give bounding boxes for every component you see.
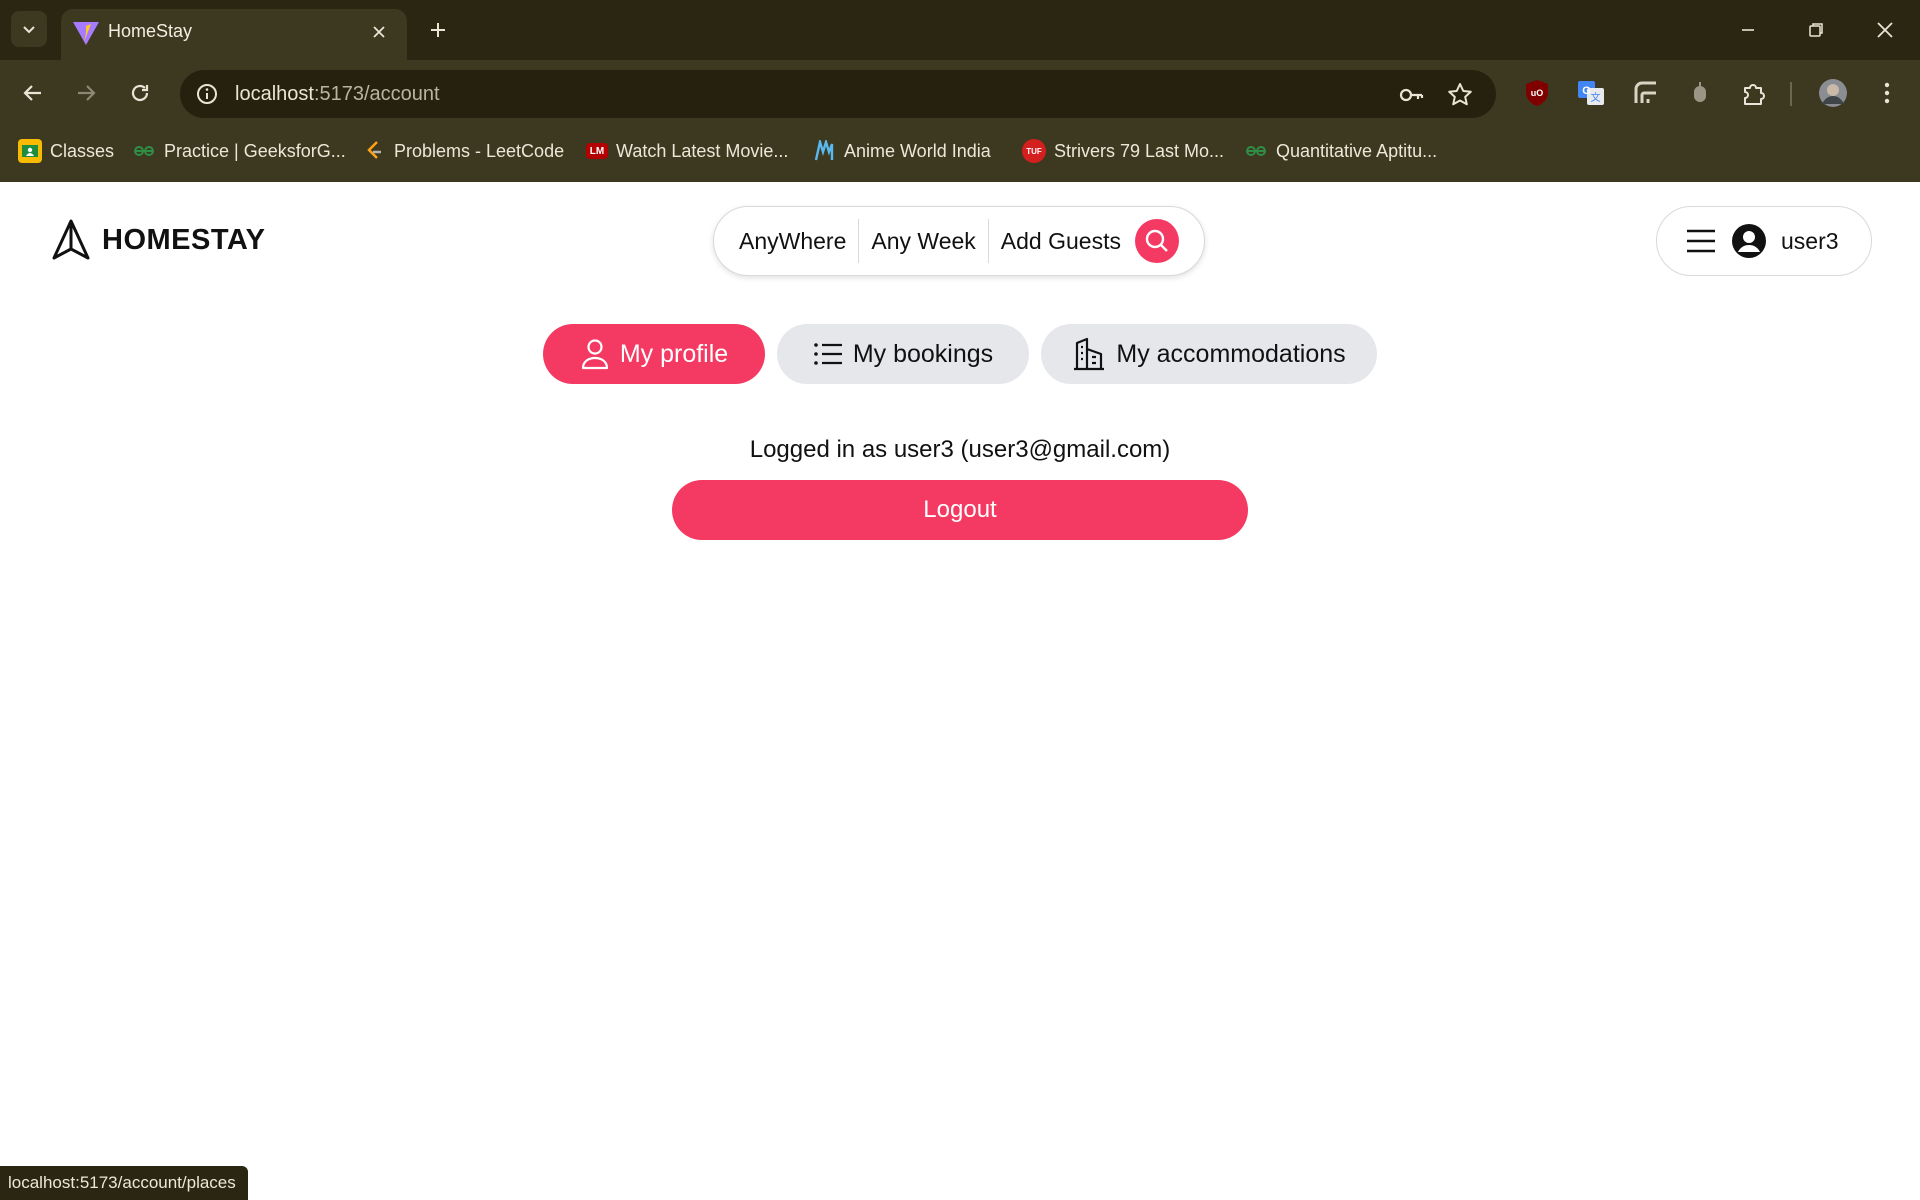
plus-icon: [431, 23, 445, 37]
bookmark-star-icon[interactable]: [1446, 81, 1474, 109]
logo-text: HOMESTAY: [102, 223, 266, 256]
browser-tab-homestay[interactable]: HomeStay: [61, 9, 407, 60]
user-name: user3: [1781, 227, 1839, 254]
new-tab-button[interactable]: [421, 13, 455, 47]
leetcode-icon: [362, 139, 386, 163]
tuf-icon: TUF: [1022, 139, 1046, 163]
extension-mouse-icon[interactable]: [1685, 78, 1715, 108]
movies-icon: LM: [586, 143, 608, 159]
classroom-icon: [18, 139, 42, 163]
tab-label: My bookings: [852, 339, 994, 368]
search-where[interactable]: AnyWhere: [739, 228, 858, 255]
reload-icon: [131, 84, 149, 102]
reload-button[interactable]: [121, 74, 159, 112]
tab-label: My profile: [619, 339, 729, 368]
search-guests[interactable]: Add Guests: [989, 228, 1133, 255]
search-button[interactable]: [1134, 219, 1179, 263]
bookmark-leetcode[interactable]: Problems - LeetCode: [362, 136, 564, 166]
search-bar[interactable]: AnyWhere Any Week Add Guests: [713, 206, 1205, 276]
vite-favicon-icon: [73, 22, 99, 45]
tab-search-button[interactable]: [11, 11, 47, 47]
arrow-right-icon: [78, 85, 96, 101]
homestay-logo[interactable]: HOMESTAY: [50, 218, 266, 262]
search-when[interactable]: Any Week: [859, 228, 987, 255]
ublock-icon[interactable]: uO: [1522, 78, 1552, 108]
chevron-down-icon: [23, 26, 35, 34]
google-translate-icon[interactable]: G文: [1576, 78, 1606, 108]
building-icon: [1074, 337, 1105, 371]
bookmark-anime-world[interactable]: Anime World India: [812, 136, 991, 166]
bookmark-strivers[interactable]: TUF Strivers 79 Last Mo...: [1022, 136, 1224, 166]
hamburger-menu-icon: [1687, 229, 1715, 253]
svg-text:uO: uO: [1531, 88, 1544, 98]
bookmarks-bar: Classes Practice | GeeksforG... Problems…: [0, 126, 1920, 182]
extensions-puzzle-icon[interactable]: [1739, 78, 1769, 108]
restore-icon: [1809, 23, 1823, 37]
list-icon: [814, 343, 842, 365]
browser-toolbar: localhost:5173/account uO G文: [0, 60, 1920, 126]
back-button[interactable]: [14, 74, 52, 112]
paper-plane-logo-icon: [52, 219, 90, 260]
toolbar-divider: [1790, 82, 1792, 106]
bookmark-quant-aptitude[interactable]: Quantitative Aptitu...: [1244, 136, 1437, 166]
logout-button[interactable]: Logout: [672, 480, 1248, 540]
svg-text:文: 文: [1591, 91, 1601, 104]
arrow-left-icon: [23, 85, 41, 101]
tab-close-icon[interactable]: [366, 19, 392, 45]
forward-button[interactable]: [67, 74, 105, 112]
anime-icon: [812, 139, 836, 163]
bookmark-practice-gfg[interactable]: Practice | GeeksforG...: [132, 136, 346, 166]
tab-label: My accommodations: [1116, 339, 1346, 368]
search-icon: [1145, 229, 1168, 252]
profile-avatar[interactable]: [1818, 78, 1848, 108]
browser-menu-icon[interactable]: [1872, 78, 1902, 108]
bookmark-classes[interactable]: Classes: [18, 136, 114, 166]
password-key-icon[interactable]: [1397, 81, 1425, 109]
user-menu-button[interactable]: user3: [1656, 206, 1872, 276]
account-tabs: My profile My bookings My accommodations: [0, 324, 1920, 384]
minimize-button[interactable]: [1725, 10, 1771, 50]
extension-f-icon[interactable]: [1631, 78, 1661, 108]
user-outline-icon: [581, 339, 608, 370]
geeksforgeeks-icon: [1244, 139, 1268, 163]
bookmark-movies[interactable]: LM Watch Latest Movie...: [586, 136, 788, 166]
logged-in-text: Logged in as user3 (user3@gmail.com): [749, 436, 1171, 463]
tab-title: HomeStay: [108, 21, 193, 41]
site-info-icon[interactable]: [194, 81, 220, 107]
user-avatar-icon: [1732, 224, 1766, 258]
close-icon: [1877, 22, 1893, 38]
page-content: HOMESTAY AnyWhere Any Week Add Guests us…: [0, 182, 1920, 1200]
svg-text:G: G: [1582, 85, 1591, 97]
geeksforgeeks-icon: [132, 139, 156, 163]
status-bar-url: localhost:5173/account/places: [0, 1166, 248, 1200]
restore-button[interactable]: [1793, 10, 1839, 50]
browser-tabstrip: HomeStay: [0, 0, 1920, 60]
tab-my-profile[interactable]: My profile: [543, 324, 765, 384]
close-window-button[interactable]: [1862, 10, 1908, 50]
tab-my-bookings[interactable]: My bookings: [777, 324, 1029, 384]
tab-my-accommodations[interactable]: My accommodations: [1041, 324, 1377, 384]
address-bar[interactable]: localhost:5173/account: [180, 70, 1496, 118]
url-text[interactable]: localhost:5173/account: [235, 83, 440, 106]
minimize-icon: [1742, 29, 1754, 31]
